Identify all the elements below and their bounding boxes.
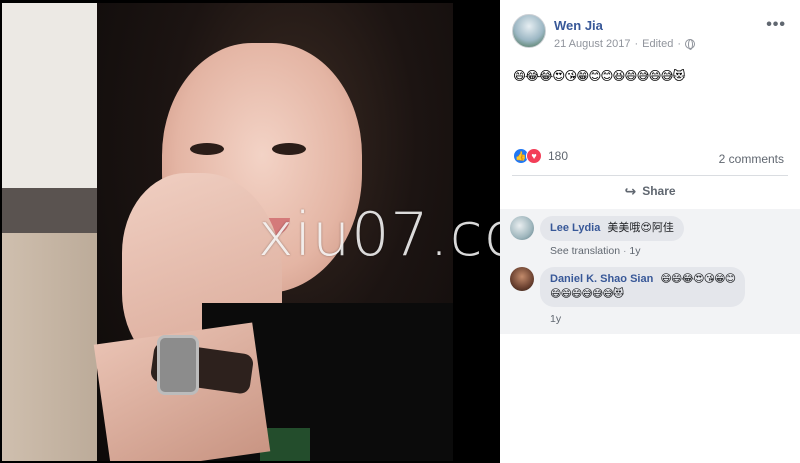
comment-time[interactable]: 1y: [629, 245, 640, 257]
share-button[interactable]: ↪ Share: [512, 177, 788, 205]
comment-text-line-1: 😄😄😂😍😘😁😊: [660, 273, 736, 285]
commenter-avatar[interactable]: [510, 216, 534, 240]
comments-count-link[interactable]: 2 comments: [719, 152, 784, 166]
reactions-count: 180: [548, 149, 569, 163]
comment-bubble: Daniel K. Shao Sian 😄😄😂😍😘😁😊 😄😄😄😅😅😅😻: [540, 267, 746, 307]
panel-blank-area: [500, 334, 800, 463]
share-icon: ↪: [624, 182, 637, 199]
comment-meta-separator: ·: [622, 245, 627, 257]
more-options-icon[interactable]: •••: [766, 16, 786, 34]
post-date[interactable]: 21 August 2017: [554, 38, 630, 50]
photo-wall-shadow: [2, 188, 112, 233]
comment-bubble: Lee Lydia 美美哦😍阿佳: [540, 216, 684, 241]
reactions-summary[interactable]: 👍 ♥ 180: [513, 148, 568, 164]
comment-text-line-2: 😄😄😄😅😅😅😻: [550, 288, 624, 300]
photo-watch: [157, 335, 199, 395]
share-label: Share: [642, 184, 676, 198]
post-panel: Wen Jia 21 August 2017 · Edited · ••• 😄😂…: [500, 0, 800, 463]
author-avatar[interactable]: [512, 14, 546, 48]
commenter-name[interactable]: Daniel K. Shao Sian: [550, 273, 653, 285]
watermark-text: xiu07.co: [258, 200, 500, 270]
comments-section: Lee Lydia 美美哦😍阿佳 See translation · 1y Da…: [500, 209, 800, 334]
photo-wall: [2, 3, 112, 188]
edited-label[interactable]: Edited: [642, 38, 673, 50]
comment-time[interactable]: 1y: [550, 313, 561, 325]
comment-meta: 1y: [550, 313, 561, 325]
commenter-avatar[interactable]: [510, 267, 534, 291]
photo-eye-left: [190, 143, 224, 155]
see-translation-link[interactable]: See translation: [550, 245, 620, 257]
meta-separator: ·: [634, 38, 639, 50]
post-meta: 21 August 2017 · Edited ·: [554, 38, 696, 50]
comment-meta: See translation · 1y: [550, 245, 640, 257]
photo-eye-right: [272, 143, 306, 155]
meta-separator-2: ·: [677, 38, 682, 50]
author-name[interactable]: Wen Jia: [554, 18, 603, 33]
post-header: Wen Jia 21 August 2017 · Edited · •••: [512, 14, 790, 54]
post-photo[interactable]: xiu07.co: [0, 0, 500, 463]
love-icon: ♥: [526, 148, 542, 164]
globe-icon[interactable]: [685, 39, 696, 50]
comment-text: 美美哦😍阿佳: [607, 222, 674, 234]
commenter-name[interactable]: Lee Lydia: [550, 222, 600, 234]
divider: [512, 175, 788, 176]
post-text: 😄😂😂😍😘😁😊😊😆😄😅😄😅😻: [513, 69, 686, 83]
